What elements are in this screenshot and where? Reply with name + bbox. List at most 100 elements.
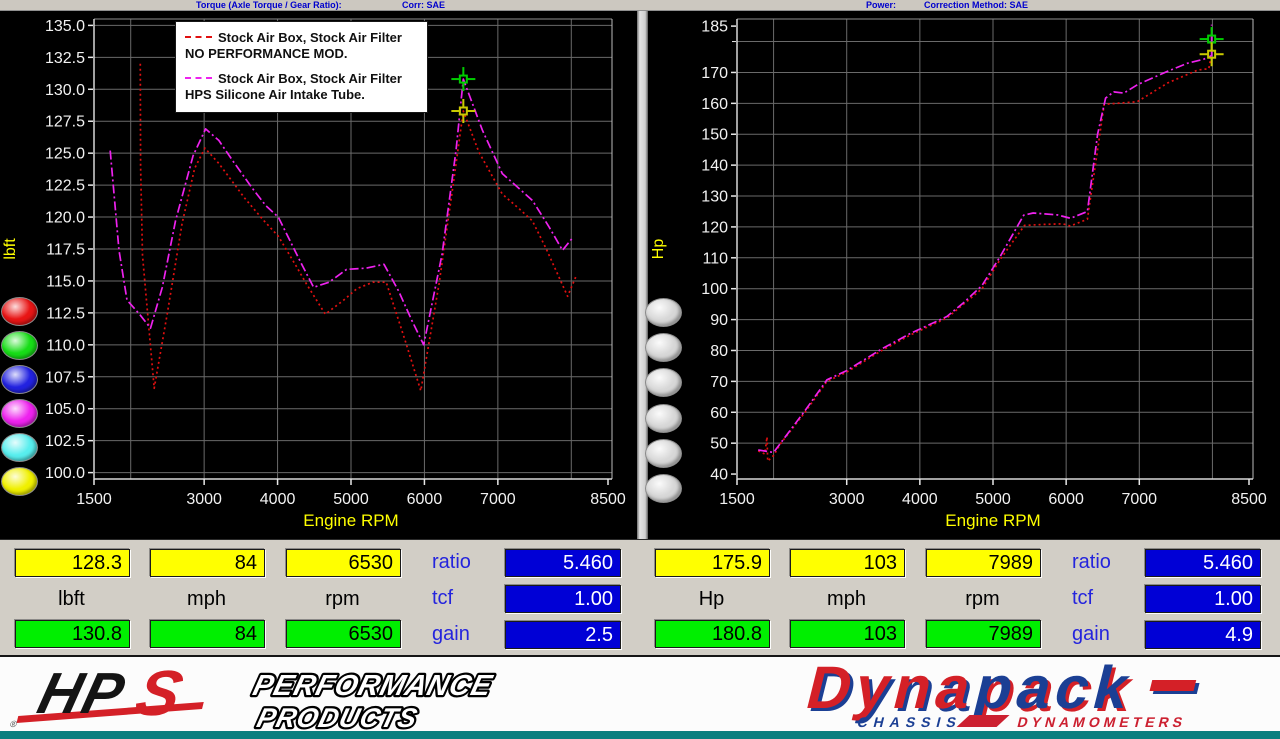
gain-value-left[interactable]: 2.5	[505, 621, 621, 649]
power-chart: 1851701601501401301201101009080706050401…	[648, 11, 1280, 539]
readout-strip: 128.3 84 6530 lbft mph rpm 130.8 84 6530…	[0, 539, 1280, 655]
torque-peak-rpm: 6530	[286, 549, 401, 577]
channel-button-gray-2[interactable]	[645, 333, 682, 362]
torque-peak-value: 128.3	[15, 549, 130, 577]
hps-performance-text: PERFORMANCE	[250, 669, 497, 701]
torque-unit-label: lbft	[15, 587, 128, 611]
channel-button-gray-4[interactable]	[645, 404, 682, 433]
y-tick-label: 185	[701, 19, 728, 36]
y-tick-label: 135.0	[45, 18, 85, 35]
torque-live-speed: 84	[150, 620, 265, 648]
y-tick-label: 160	[701, 96, 728, 113]
torque-peak-speed: 84	[150, 549, 265, 577]
y-tick-label: 105.0	[45, 401, 85, 418]
dynapack-chassis-text: CHASSIS	[856, 715, 964, 731]
channel-button-gray-6[interactable]	[645, 474, 682, 503]
y-tick-label: 120	[701, 219, 728, 236]
hps-line-swatch	[185, 77, 212, 79]
y-tick-label: 60	[710, 405, 728, 422]
y-tick-label: 120.0	[45, 210, 85, 227]
y-tick-label: 80	[710, 343, 728, 360]
ratio-label-right: ratio	[1072, 549, 1111, 575]
stock-line-swatch	[185, 36, 212, 38]
y-tick-label: 132.5	[45, 50, 85, 67]
hps-products-text: PRODUCTS	[254, 702, 421, 731]
x-tick-label: 1500	[76, 491, 112, 508]
ratio-value-left[interactable]: 5.460	[505, 549, 621, 577]
y-tick-label: 127.5	[45, 114, 85, 131]
y-tick-label: 110	[702, 250, 728, 267]
y-tick-label: 140	[701, 158, 728, 175]
power-unit-label: Hp	[655, 587, 768, 611]
power-peak-value: 175.9	[655, 549, 770, 577]
y-tick-label: 130	[701, 189, 728, 206]
dynapack-logo: Dyna Dyna pack pack CHASSIS DYNAMOMETERS	[650, 657, 1280, 731]
x-axis-title: Engine RPM	[303, 511, 398, 530]
legend-stock-line1: Stock Air Box, Stock Air Filter	[218, 30, 402, 45]
x-tick-label: 4000	[902, 491, 938, 508]
power-chart-panel: 1851701601501401301201101009080706050401…	[648, 11, 1280, 539]
channel-button-yellow[interactable]	[1, 467, 38, 496]
gain-label-right: gain	[1072, 621, 1110, 647]
y-tick-label: 115.0	[46, 273, 85, 290]
bottom-teal-bar	[0, 731, 1280, 739]
power-chart-title: Power:	[866, 0, 896, 10]
y-tick-label: 117.5	[46, 242, 85, 259]
y-tick-label: 107.5	[45, 369, 85, 386]
channel-button-red[interactable]	[1, 297, 38, 326]
hps-logo-hp: HP	[32, 662, 133, 726]
tcf-value-left[interactable]: 1.00	[505, 585, 621, 613]
dynapack-dyna: Dyna	[800, 657, 983, 721]
x-tick-label: 5000	[975, 491, 1011, 508]
x-tick-label: 1500	[719, 491, 755, 508]
gain-label-left: gain	[432, 621, 470, 647]
y-axis-title: Hp	[650, 239, 667, 260]
x-tick-label: 3000	[186, 491, 222, 508]
y-tick-label: 110.0	[46, 337, 85, 354]
series-hps	[110, 79, 573, 345]
channel-button-gray-1[interactable]	[645, 298, 682, 327]
chart-legend: Stock Air Box, Stock Air Filter NO PERFO…	[175, 21, 428, 113]
torque-live-rpm: 6530	[286, 620, 401, 648]
y-tick-label: 100	[701, 281, 728, 298]
y-tick-label: 50	[710, 436, 728, 453]
y-tick-label: 170	[701, 65, 728, 82]
logo-strip: HP S ® PERFORMANCE PRODUCTS Dyna Dyna pa…	[0, 655, 1280, 731]
x-tick-label: 6000	[1048, 491, 1084, 508]
channel-button-gray-5[interactable]	[645, 439, 682, 468]
dynapack-pack: pack	[968, 657, 1141, 721]
legend-entry-hps: Stock Air Box, Stock Air Filter HPS Sili…	[185, 71, 418, 103]
channel-button-green[interactable]	[1, 331, 38, 360]
y-tick-label: 40	[710, 467, 728, 484]
channel-button-blue[interactable]	[1, 365, 38, 394]
channel-button-cyan[interactable]	[1, 433, 38, 462]
tcf-value-right[interactable]: 1.00	[1145, 585, 1261, 613]
legend-hps-line2: HPS Silicone Air Intake Tube.	[185, 87, 418, 103]
x-tick-label: 8500	[1231, 491, 1267, 508]
power-correction-label: Correction Method: SAE	[924, 0, 1028, 10]
y-tick-label: 112.5	[46, 305, 85, 322]
hps-logo-s: S	[129, 657, 190, 729]
speed-unit-label: mph	[150, 587, 263, 611]
y-tick-label: 90	[710, 312, 728, 329]
dynapack-dynamometers-text: DYNAMOMETERS	[1016, 715, 1188, 731]
x-tick-label: 5000	[333, 491, 369, 508]
torque-chart-title: Torque (Axle Torque / Gear Ratio):	[196, 0, 342, 10]
ratio-label-left: ratio	[432, 549, 471, 575]
y-tick-label: 130.0	[45, 82, 85, 99]
y-tick-label: 125.0	[45, 146, 85, 163]
y-tick-label: 122.5	[45, 178, 85, 195]
ratio-value-right[interactable]: 5.460	[1145, 549, 1261, 577]
hps-registered-mark: ®	[9, 719, 18, 729]
tcf-label-right: tcf	[1072, 585, 1093, 611]
power-peak-speed: 103	[790, 549, 905, 577]
power-live-rpm: 7989	[926, 620, 1041, 648]
x-axis-title: Engine RPM	[945, 511, 1040, 530]
gain-value-right[interactable]: 4.9	[1145, 621, 1261, 649]
y-tick-label: 100.0	[45, 465, 85, 482]
dyno-app-window: Torque (Axle Torque / Gear Ratio): Corr:…	[0, 0, 1280, 739]
y-tick-label: 70	[710, 374, 728, 391]
x-tick-label: 8500	[590, 491, 626, 508]
channel-button-magenta[interactable]	[1, 399, 38, 428]
power-live-speed: 103	[790, 620, 905, 648]
